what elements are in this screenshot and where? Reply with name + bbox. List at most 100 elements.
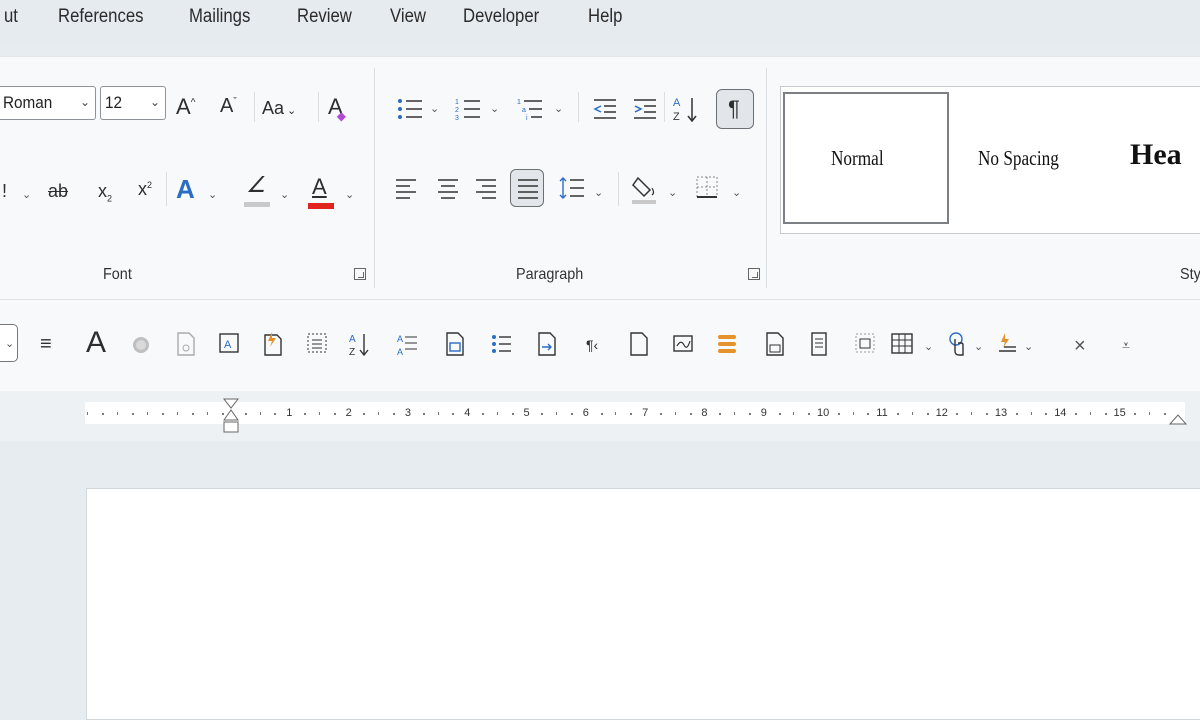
chevron-down-icon[interactable]: ⌄	[924, 340, 933, 353]
shading-icon[interactable]	[630, 174, 660, 206]
right-indent-marker-icon[interactable]	[1168, 412, 1188, 426]
chevron-down-icon[interactable]: ⌄	[345, 188, 354, 201]
indent-marker-icon[interactable]	[222, 398, 240, 446]
bullets-icon[interactable]	[396, 96, 426, 122]
ruler-tick	[719, 413, 722, 415]
font-icon[interactable]: A	[86, 328, 106, 358]
ruler-tick	[274, 413, 277, 415]
chevron-down-icon[interactable]: ⌄	[430, 102, 439, 115]
menu-help[interactable]: Help	[588, 6, 622, 28]
chevron-down-icon[interactable]: ⌄	[732, 186, 741, 199]
paragraph-dialog-launcher-icon[interactable]	[748, 268, 760, 280]
style-normal-label: Normal	[831, 146, 884, 170]
paragraph-settings-icon[interactable]: ≡	[40, 334, 52, 354]
chevron-down-icon[interactable]: ⌄	[974, 340, 983, 353]
toolbar-combo-end[interactable]: ⌄	[0, 324, 18, 362]
menu-developer[interactable]: Developer	[463, 6, 539, 28]
underline-icon[interactable]: !	[2, 182, 7, 200]
line-spacing-icon[interactable]	[558, 176, 586, 200]
text-box-icon[interactable]: A	[218, 331, 240, 357]
ruler-tick	[1104, 413, 1107, 415]
menu-view[interactable]: View	[390, 6, 426, 28]
svg-text:3: 3	[455, 115, 459, 122]
font-size-combo[interactable]: 12 ⌄	[100, 86, 166, 120]
chevron-down-icon[interactable]: ⌄	[280, 188, 289, 201]
align-right-icon[interactable]	[474, 176, 498, 200]
table-columns-icon[interactable]	[306, 331, 328, 357]
menu-bar: ut References Mailings Review View Devel…	[0, 0, 1200, 46]
divider	[664, 92, 665, 122]
touch-mode-icon[interactable]	[946, 331, 968, 357]
svg-text:A: A	[397, 347, 403, 357]
menu-review[interactable]: Review	[297, 6, 352, 28]
chevron-down-icon[interactable]: ⌄	[594, 186, 603, 199]
style-heading[interactable]: Hea	[1118, 92, 1200, 224]
import-document-icon[interactable]	[536, 331, 558, 357]
menu-references[interactable]: References	[58, 6, 144, 28]
document-check-icon[interactable]	[444, 331, 466, 357]
close-icon[interactable]: ×	[1074, 336, 1086, 356]
font-color-button[interactable]: A	[308, 174, 336, 210]
signature-icon[interactable]	[672, 331, 694, 357]
increase-indent-icon[interactable]	[632, 96, 658, 122]
svg-text:2: 2	[455, 107, 459, 114]
justify-button[interactable]	[510, 169, 544, 207]
ruler-tick	[1089, 412, 1091, 415]
chevron-down-icon[interactable]: ⌄	[1024, 340, 1033, 353]
document-page[interactable]	[86, 488, 1200, 720]
subscript-icon[interactable]: x2	[98, 182, 112, 204]
decrease-indent-icon[interactable]	[592, 96, 618, 122]
table-icon[interactable]	[890, 331, 916, 357]
horizontal-ruler[interactable]: 1 2 3 4 5 6 7 8 9 10 11 12 13 14 15	[85, 402, 1185, 424]
font-dialog-launcher-icon[interactable]	[354, 268, 366, 280]
frame-icon[interactable]	[854, 331, 876, 357]
style-normal[interactable]: Normal	[783, 92, 949, 224]
quick-parts-icon[interactable]	[262, 331, 284, 357]
chevron-down-icon[interactable]: ⌄	[22, 188, 31, 201]
align-center-icon[interactable]	[436, 176, 460, 200]
chevron-down-icon: ⌄	[149, 95, 160, 109]
ruler-number: 4	[464, 407, 471, 419]
blank-page-icon[interactable]	[628, 331, 650, 357]
quick-style-icon[interactable]	[996, 331, 1018, 357]
align-left-icon[interactable]	[394, 176, 418, 200]
print-layout-icon[interactable]	[764, 331, 786, 357]
sort-lines-icon[interactable]: AA	[396, 331, 418, 357]
show-hide-marks-button[interactable]: ¶	[716, 89, 754, 129]
orange-lines-icon[interactable]	[716, 331, 738, 357]
sort-az-icon[interactable]: AZ	[348, 331, 370, 357]
svg-text:A: A	[397, 334, 403, 344]
chevron-down-icon[interactable]: ⌄	[490, 102, 499, 115]
style-no-spacing[interactable]: No Spacing	[960, 92, 1110, 224]
multilevel-list-icon[interactable]: 1ai	[516, 96, 546, 122]
chevron-down-icon[interactable]: ⌄	[208, 188, 217, 201]
font-name-combo[interactable]: Roman ⌄	[0, 86, 96, 120]
record-icon[interactable]	[130, 331, 152, 357]
paragraph-mark-icon[interactable]: ¶‹	[586, 338, 598, 352]
ruler-tick	[674, 412, 676, 415]
chevron-down-icon[interactable]: ⌄	[668, 186, 677, 199]
superscript-icon[interactable]: x2	[138, 180, 152, 198]
ruler-tick	[452, 413, 455, 415]
grow-font-icon[interactable]: A^	[176, 96, 195, 118]
chevron-down-icon[interactable]: ⌄	[554, 102, 563, 115]
menu-layout[interactable]: ut	[4, 6, 18, 28]
borders-icon[interactable]	[694, 174, 720, 202]
ruler-tick	[897, 413, 900, 415]
shrink-font-icon[interactable]: Aˇ	[220, 96, 237, 116]
change-case-button[interactable]: Aa ⌄	[262, 99, 296, 117]
chevron-down-icon: ⌄	[79, 95, 90, 109]
text-effects-icon[interactable]: A	[176, 176, 195, 202]
clear-formatting-icon[interactable]: A◆	[328, 96, 352, 123]
menu-mailings[interactable]: Mailings	[189, 6, 250, 28]
numbering-icon[interactable]: 123	[454, 96, 484, 122]
ruler-tick	[1163, 413, 1166, 415]
svg-text:1: 1	[455, 99, 459, 106]
page-icon[interactable]	[175, 331, 197, 357]
document-lines-icon[interactable]	[808, 331, 830, 357]
customize-toolbar-icon[interactable]: ⩡	[1122, 338, 1130, 352]
highlight-color-button[interactable]: ∠	[244, 174, 272, 208]
list-bullets-icon[interactable]	[490, 331, 512, 357]
strikethrough-icon[interactable]: ab	[48, 182, 68, 200]
sort-icon[interactable]: AZ	[672, 94, 702, 124]
